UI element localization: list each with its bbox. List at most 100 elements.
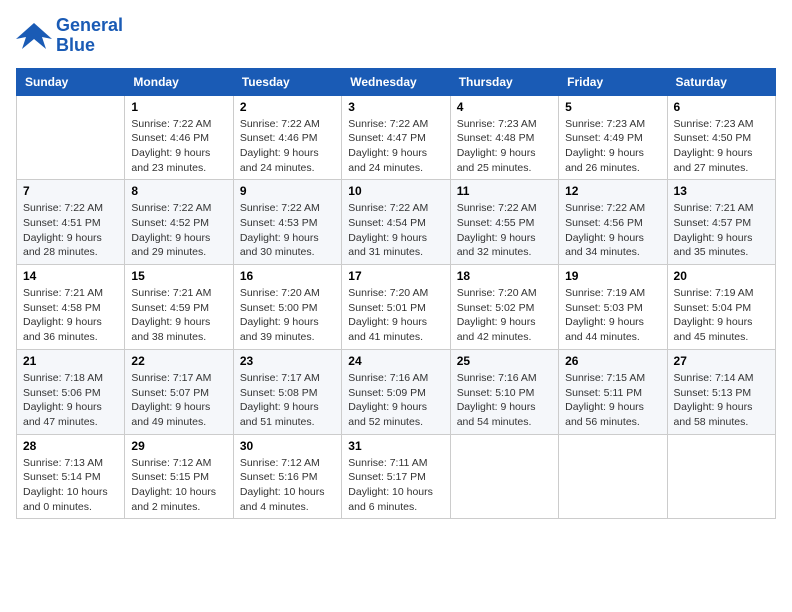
day-info: Sunrise: 7:12 AM Sunset: 5:16 PM Dayligh… <box>240 456 335 515</box>
calendar-day-cell: 24Sunrise: 7:16 AM Sunset: 5:09 PM Dayli… <box>342 349 450 434</box>
day-number: 21 <box>23 354 118 368</box>
calendar-day-cell: 11 Sunrise: 7:22 AM Sunset: 4:55 PM Dayli… <box>450 180 558 265</box>
logo-text: General Blue <box>56 16 123 56</box>
calendar-day-cell: 23 Sunrise: 7:17 AM Sunset: 5:08 PM Dayli… <box>233 349 341 434</box>
day-info: Sunrise: 7:22 AM Sunset: 4:56 PM Dayligh… <box>565 201 660 260</box>
calendar-day-cell <box>450 434 558 519</box>
day-info: Sunrise: 7:21 AM Sunset: 4:58 PM Dayligh… <box>23 286 118 345</box>
day-info: Sunrise: 7:20 AM Sunset: 5:00 PM Dayligh… <box>240 286 335 345</box>
calendar-day-cell: 6 Sunrise: 7:23 AM Sunset: 4:50 PM Daylig… <box>667 95 775 180</box>
day-number: 28 <box>23 439 118 453</box>
day-info: Sunrise: 7:18 AM Sunset: 5:06 PM Dayligh… <box>23 371 118 430</box>
day-info: Sunrise: 7:22 AM Sunset: 4:46 PM Dayligh… <box>131 117 226 176</box>
calendar-day-cell: 7Sunrise: 7:22 AM Sunset: 4:51 PM Daylig… <box>17 180 125 265</box>
day-number: 31 <box>348 439 443 453</box>
calendar-week-row: 7Sunrise: 7:22 AM Sunset: 4:51 PM Daylig… <box>17 180 776 265</box>
calendar-week-row: 21 Sunrise: 7:18 AM Sunset: 5:06 PM Dayli… <box>17 349 776 434</box>
calendar-day-cell: 19 Sunrise: 7:19 AM Sunset: 5:03 PM Dayli… <box>559 265 667 350</box>
calendar-day-cell: 5 Sunrise: 7:23 AM Sunset: 4:49 PM Daylig… <box>559 95 667 180</box>
day-info: Sunrise: 7:22 AM Sunset: 4:52 PM Dayligh… <box>131 201 226 260</box>
calendar-day-cell: 10Sunrise: 7:22 AM Sunset: 4:54 PM Dayli… <box>342 180 450 265</box>
calendar-day-cell <box>17 95 125 180</box>
calendar-header-row: SundayMondayTuesdayWednesdayThursdayFrid… <box>17 68 776 95</box>
day-info: Sunrise: 7:23 AM Sunset: 4:49 PM Dayligh… <box>565 117 660 176</box>
day-of-week-header: Thursday <box>450 68 558 95</box>
day-number: 4 <box>457 100 552 114</box>
day-number: 6 <box>674 100 769 114</box>
day-info: Sunrise: 7:12 AM Sunset: 5:15 PM Dayligh… <box>131 456 226 515</box>
day-number: 20 <box>674 269 769 283</box>
day-number: 19 <box>565 269 660 283</box>
calendar-day-cell: 17Sunrise: 7:20 AM Sunset: 5:01 PM Dayli… <box>342 265 450 350</box>
day-number: 5 <box>565 100 660 114</box>
day-of-week-header: Sunday <box>17 68 125 95</box>
calendar-day-cell: 3 Sunrise: 7:22 AM Sunset: 4:47 PM Daylig… <box>342 95 450 180</box>
day-number: 24 <box>348 354 443 368</box>
calendar-day-cell: 9Sunrise: 7:22 AM Sunset: 4:53 PM Daylig… <box>233 180 341 265</box>
calendar-day-cell: 30 Sunrise: 7:12 AM Sunset: 5:16 PM Dayli… <box>233 434 341 519</box>
calendar-day-cell: 4 Sunrise: 7:23 AM Sunset: 4:48 PM Daylig… <box>450 95 558 180</box>
day-number: 12 <box>565 184 660 198</box>
day-info: Sunrise: 7:16 AM Sunset: 5:10 PM Dayligh… <box>457 371 552 430</box>
day-info: Sunrise: 7:22 AM Sunset: 4:53 PM Dayligh… <box>240 201 335 260</box>
day-number: 1 <box>131 100 226 114</box>
day-number: 11 <box>457 184 552 198</box>
calendar-week-row: 1 Sunrise: 7:22 AM Sunset: 4:46 PM Daylig… <box>17 95 776 180</box>
day-info: Sunrise: 7:14 AM Sunset: 5:13 PM Dayligh… <box>674 371 769 430</box>
calendar-day-cell: 25 Sunrise: 7:16 AM Sunset: 5:10 PM Dayli… <box>450 349 558 434</box>
day-info: Sunrise: 7:17 AM Sunset: 5:08 PM Dayligh… <box>240 371 335 430</box>
day-info: Sunrise: 7:23 AM Sunset: 4:50 PM Dayligh… <box>674 117 769 176</box>
calendar-day-cell: 20 Sunrise: 7:19 AM Sunset: 5:04 PM Dayli… <box>667 265 775 350</box>
calendar-day-cell: 21 Sunrise: 7:18 AM Sunset: 5:06 PM Dayli… <box>17 349 125 434</box>
day-number: 26 <box>565 354 660 368</box>
day-number: 23 <box>240 354 335 368</box>
day-info: Sunrise: 7:23 AM Sunset: 4:48 PM Dayligh… <box>457 117 552 176</box>
day-of-week-header: Friday <box>559 68 667 95</box>
calendar-day-cell: 14 Sunrise: 7:21 AM Sunset: 4:58 PM Dayli… <box>17 265 125 350</box>
day-info: Sunrise: 7:22 AM Sunset: 4:46 PM Dayligh… <box>240 117 335 176</box>
calendar-day-cell <box>559 434 667 519</box>
day-number: 16 <box>240 269 335 283</box>
day-number: 15 <box>131 269 226 283</box>
day-number: 22 <box>131 354 226 368</box>
calendar-day-cell: 13 Sunrise: 7:21 AM Sunset: 4:57 PM Dayli… <box>667 180 775 265</box>
calendar-week-row: 28 Sunrise: 7:13 AM Sunset: 5:14 PM Dayli… <box>17 434 776 519</box>
day-number: 29 <box>131 439 226 453</box>
calendar-day-cell: 2 Sunrise: 7:22 AM Sunset: 4:46 PM Daylig… <box>233 95 341 180</box>
day-number: 7 <box>23 184 118 198</box>
calendar-day-cell <box>667 434 775 519</box>
day-number: 14 <box>23 269 118 283</box>
day-info: Sunrise: 7:21 AM Sunset: 4:57 PM Dayligh… <box>674 201 769 260</box>
day-info: Sunrise: 7:13 AM Sunset: 5:14 PM Dayligh… <box>23 456 118 515</box>
day-number: 8 <box>131 184 226 198</box>
day-info: Sunrise: 7:22 AM Sunset: 4:47 PM Dayligh… <box>348 117 443 176</box>
page-header: General Blue <box>16 16 776 56</box>
calendar-day-cell: 18Sunrise: 7:20 AM Sunset: 5:02 PM Dayli… <box>450 265 558 350</box>
day-info: Sunrise: 7:15 AM Sunset: 5:11 PM Dayligh… <box>565 371 660 430</box>
calendar-week-row: 14 Sunrise: 7:21 AM Sunset: 4:58 PM Dayli… <box>17 265 776 350</box>
day-info: Sunrise: 7:17 AM Sunset: 5:07 PM Dayligh… <box>131 371 226 430</box>
day-number: 13 <box>674 184 769 198</box>
calendar-day-cell: 31 Sunrise: 7:11 AM Sunset: 5:17 PM Dayli… <box>342 434 450 519</box>
day-info: Sunrise: 7:21 AM Sunset: 4:59 PM Dayligh… <box>131 286 226 345</box>
day-number: 17 <box>348 269 443 283</box>
calendar-day-cell: 8 Sunrise: 7:22 AM Sunset: 4:52 PM Daylig… <box>125 180 233 265</box>
calendar-day-cell: 1 Sunrise: 7:22 AM Sunset: 4:46 PM Daylig… <box>125 95 233 180</box>
logo: General Blue <box>16 16 123 56</box>
day-number: 2 <box>240 100 335 114</box>
calendar-day-cell: 15 Sunrise: 7:21 AM Sunset: 4:59 PM Dayli… <box>125 265 233 350</box>
day-of-week-header: Tuesday <box>233 68 341 95</box>
day-info: Sunrise: 7:19 AM Sunset: 5:03 PM Dayligh… <box>565 286 660 345</box>
day-number: 30 <box>240 439 335 453</box>
day-info: Sunrise: 7:19 AM Sunset: 5:04 PM Dayligh… <box>674 286 769 345</box>
day-info: Sunrise: 7:11 AM Sunset: 5:17 PM Dayligh… <box>348 456 443 515</box>
day-info: Sunrise: 7:20 AM Sunset: 5:02 PM Dayligh… <box>457 286 552 345</box>
day-info: Sunrise: 7:22 AM Sunset: 4:55 PM Dayligh… <box>457 201 552 260</box>
day-number: 25 <box>457 354 552 368</box>
calendar-day-cell: 12 Sunrise: 7:22 AM Sunset: 4:56 PM Dayli… <box>559 180 667 265</box>
calendar-day-cell: 27Sunrise: 7:14 AM Sunset: 5:13 PM Dayli… <box>667 349 775 434</box>
logo-bird-icon <box>16 21 52 51</box>
day-number: 3 <box>348 100 443 114</box>
day-info: Sunrise: 7:22 AM Sunset: 4:54 PM Dayligh… <box>348 201 443 260</box>
day-of-week-header: Monday <box>125 68 233 95</box>
